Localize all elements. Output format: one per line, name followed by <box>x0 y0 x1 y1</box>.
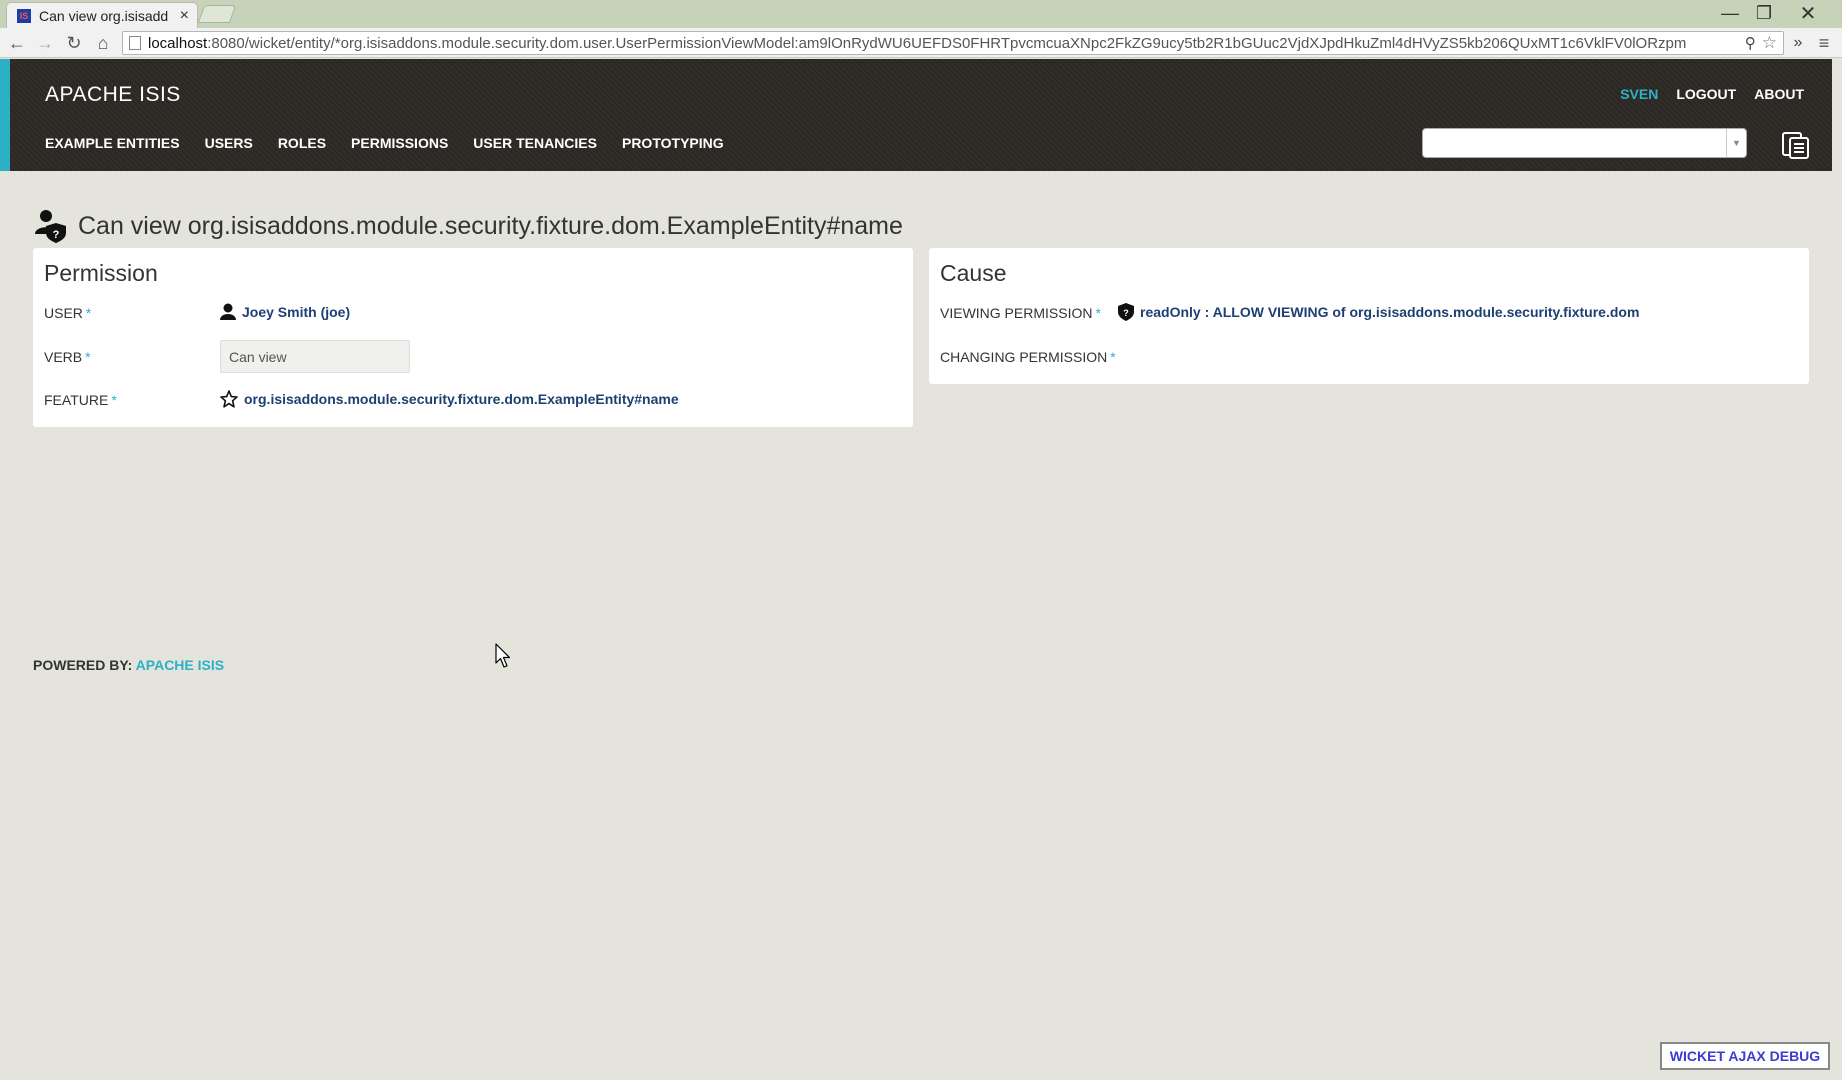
window-close-button[interactable]: ✕ <box>1790 0 1826 26</box>
user-nav: SVEN LOGOUT ABOUT <box>1602 86 1804 102</box>
app-header: APACHE ISIS EXAMPLE ENTITIES USERS ROLES… <box>0 59 1832 171</box>
nav-prototyping[interactable]: PROTOTYPING <box>622 135 724 151</box>
svg-text:?: ? <box>1123 308 1129 318</box>
permission-heading: Permission <box>44 260 158 286</box>
nav-example-entities[interactable]: EXAMPLE ENTITIES <box>45 135 180 151</box>
feature-value: org.isisaddons.module.security.fixture.d… <box>244 391 679 407</box>
user-label: USER * <box>44 305 91 321</box>
main-nav: EXAMPLE ENTITIES USERS ROLES PERMISSIONS… <box>45 135 749 151</box>
browser-toolbar: ← → ↻ ⌂ localhost:8080/wicket/entity/*or… <box>0 28 1842 58</box>
tab-favicon-icon: IS <box>17 8 31 23</box>
reload-icon[interactable]: ↻ <box>62 30 86 56</box>
current-user-menu[interactable]: SVEN <box>1620 86 1658 102</box>
user-value: Joey Smith (joe) <box>242 303 351 320</box>
url-path: :8080/wicket/entity/*org.isisaddons.modu… <box>207 34 1687 52</box>
bookmark-star-icon[interactable]: ☆ <box>1762 33 1777 53</box>
tab-close-icon[interactable]: × <box>180 7 189 25</box>
required-mark: * <box>85 305 92 321</box>
browser-tabstrip: IS Can view org.isisadd × — ❐ ✕ <box>0 0 1842 28</box>
new-tab-button[interactable] <box>197 5 237 23</box>
search-select[interactable]: ▼ <box>1422 128 1747 158</box>
changing-permission-label: CHANGING PERMISSION * <box>940 349 1116 365</box>
page-title: Can view org.isisaddons.module.security.… <box>78 211 903 240</box>
required-mark: * <box>111 392 117 408</box>
address-bar[interactable]: localhost:8080/wicket/entity/*org.isisad… <box>122 31 1784 55</box>
required-mark: * <box>1110 349 1116 365</box>
shield-icon: ? <box>1118 303 1134 321</box>
feature-label: FEATURE * <box>44 392 117 408</box>
home-icon[interactable]: ⌂ <box>91 30 115 56</box>
header-accent-bar <box>0 59 10 171</box>
tab-title: Can view org.isisadd <box>39 7 169 24</box>
nav-users[interactable]: USERS <box>205 135 253 151</box>
page-icon <box>129 36 141 50</box>
verb-label: VERB * <box>44 349 91 365</box>
viewing-permission-value: readOnly : ALLOW VIEWING of org.isisaddo… <box>1140 304 1640 320</box>
user-link[interactable]: Joey Smith (joe) <box>220 303 350 320</box>
window-minimize-button[interactable]: — <box>1714 0 1746 26</box>
footer: POWERED BY: APACHE ISIS <box>33 657 224 673</box>
viewing-permission-link[interactable]: ? readOnly : ALLOW VIEWING of org.isisad… <box>1118 303 1639 321</box>
browser-menu-icon[interactable]: ≡ <box>1812 30 1836 56</box>
permission-panel: Permission USER * Joey Smith (joe) VERB * … <box>33 248 913 427</box>
cause-heading: Cause <box>940 260 1007 286</box>
nav-roles[interactable]: ROLES <box>278 135 326 151</box>
star-icon <box>220 390 238 408</box>
window-maximize-button[interactable]: ❐ <box>1746 0 1782 26</box>
viewing-permission-label-text: VIEWING PERMISSION <box>940 305 1093 321</box>
url-host: localhost <box>148 34 208 52</box>
browser-tab-active[interactable]: IS Can view org.isisadd × <box>6 2 198 28</box>
logout-link[interactable]: LOGOUT <box>1676 86 1736 102</box>
clipboard-icon[interactable] <box>1780 128 1812 160</box>
back-arrow-icon[interactable]: ← <box>5 30 29 56</box>
mouse-cursor-icon <box>495 643 511 668</box>
person-icon <box>220 303 236 320</box>
chevron-down-icon[interactable]: ▼ <box>1726 129 1746 157</box>
zoom-icon[interactable]: ⚲ <box>1745 34 1756 52</box>
extensions-overflow-icon[interactable]: » <box>1786 30 1810 56</box>
brand-logo[interactable]: APACHE ISIS <box>45 83 181 107</box>
verb-label-text: VERB <box>44 349 83 365</box>
changing-permission-label-text: CHANGING PERMISSION <box>940 349 1108 365</box>
feature-label-text: FEATURE <box>44 392 109 408</box>
forward-arrow-icon[interactable]: → <box>33 30 57 56</box>
required-mark: * <box>85 349 91 365</box>
apache-isis-link[interactable]: APACHE ISIS <box>136 657 224 673</box>
verb-field: Can view <box>220 340 410 373</box>
svg-text:?: ? <box>53 229 60 241</box>
page-title-row: ? Can view org.isisaddons.module.securit… <box>34 208 903 244</box>
powered-by-text: POWERED BY: <box>33 657 136 673</box>
required-mark: * <box>1095 305 1101 321</box>
cause-panel: Cause VIEWING PERMISSION * ? readOnly : A… <box>929 248 1809 384</box>
viewing-permission-label: VIEWING PERMISSION * <box>940 305 1101 321</box>
feature-link[interactable]: org.isisaddons.module.security.fixture.d… <box>220 390 679 408</box>
nav-user-tenancies[interactable]: USER TENANCIES <box>473 135 597 151</box>
user-label-text: USER <box>44 305 83 321</box>
nav-permissions[interactable]: PERMISSIONS <box>351 135 448 151</box>
user-permission-icon: ? <box>35 210 66 243</box>
about-link[interactable]: ABOUT <box>1754 86 1804 102</box>
wicket-ajax-debug-button[interactable]: WICKET AJAX DEBUG <box>1660 1042 1830 1070</box>
url-text: localhost:8080/wicket/entity/*org.isisad… <box>148 35 1739 52</box>
